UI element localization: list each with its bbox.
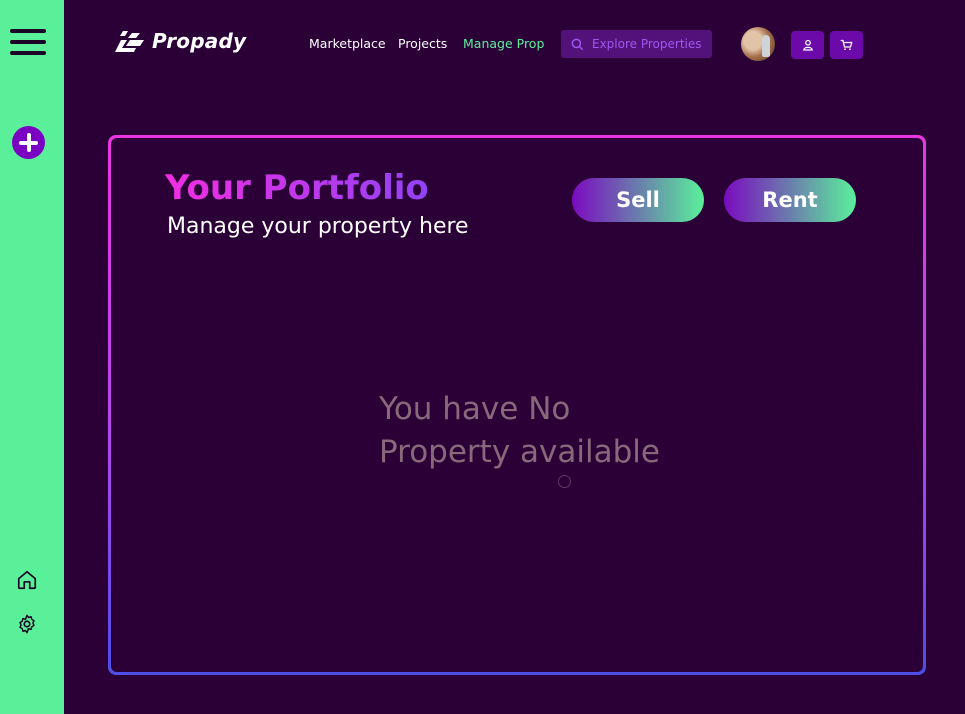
add-property-button[interactable] [12,126,45,159]
cart-icon [840,39,853,51]
sell-button[interactable]: Sell [572,178,704,222]
brand-name: Propady [152,29,247,53]
settings-icon[interactable] [16,613,38,635]
cursor-indicator [558,475,571,488]
avatar[interactable] [741,27,775,61]
menu-icon[interactable] [10,29,46,57]
rent-button[interactable]: Rent [724,178,856,222]
portfolio-panel: Your Portfolio Manage your property here… [108,135,926,675]
nav-marketplace[interactable]: Marketplace [309,36,386,51]
empty-state-line-2: Property available [379,434,660,470]
portfolio-panel-inner: Your Portfolio Manage your property here… [111,138,923,672]
home-icon[interactable] [16,569,38,591]
sidebar [0,0,64,714]
nav-projects[interactable]: Projects [398,36,447,51]
empty-state-line-1: You have No [379,391,571,427]
page-subtitle: Manage your property here [167,214,469,239]
user-icon [802,39,813,51]
search-icon [571,38,583,50]
nav-manage-prop[interactable]: Manage Prop [463,36,544,51]
search-input[interactable] [590,36,712,52]
logo-icon [115,31,144,52]
profile-button[interactable] [791,31,824,59]
logo[interactable]: Propady [114,29,246,53]
page-title: Your Portfolio [165,168,429,208]
cart-button[interactable] [830,31,863,59]
empty-state-message: You have No Property available [379,388,660,474]
search-bar[interactable] [561,30,712,58]
